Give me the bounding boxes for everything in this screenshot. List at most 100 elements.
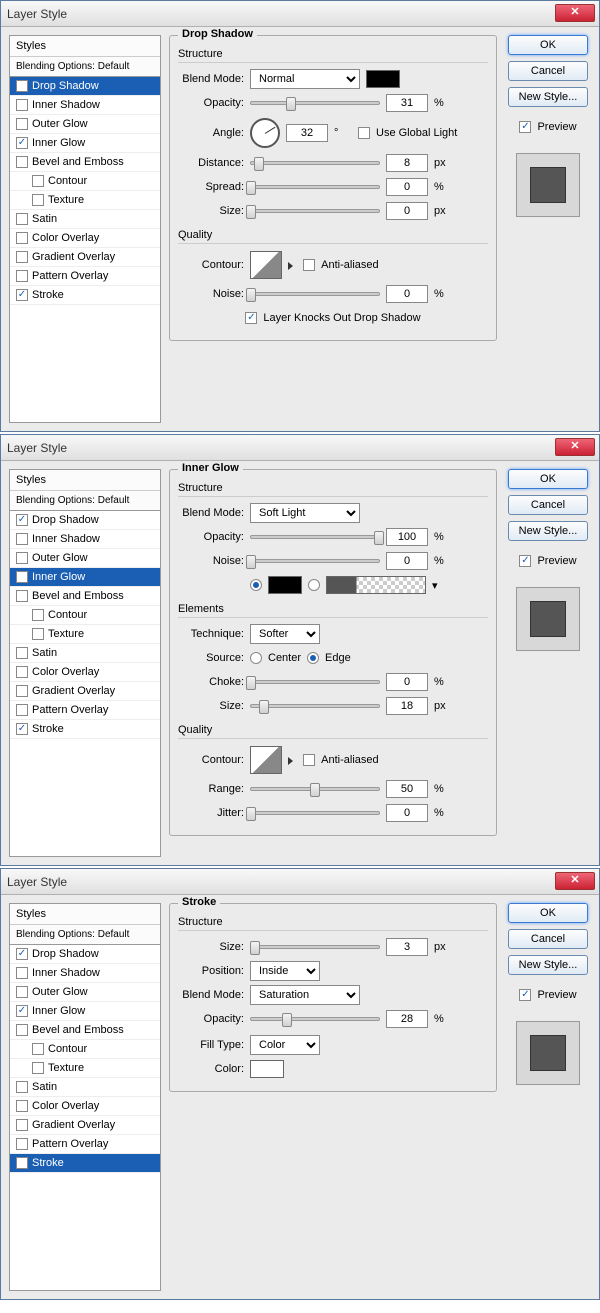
noise-slider[interactable] [250,559,380,563]
style-item-bevel-and-emboss[interactable]: Bevel and Emboss [10,1021,160,1040]
checkbox-icon[interactable] [16,1138,28,1150]
style-item-gradient-overlay[interactable]: Gradient Overlay [10,248,160,267]
style-item-contour[interactable]: Contour [10,606,160,625]
checkbox-icon[interactable] [16,1119,28,1131]
style-item-texture[interactable]: Texture [10,625,160,644]
source-edge-radio[interactable] [307,652,319,664]
checkbox-icon[interactable] [16,1081,28,1093]
close-icon[interactable]: ✕ [555,438,595,456]
style-item-gradient-overlay[interactable]: Gradient Overlay [10,682,160,701]
jitter-slider[interactable] [250,811,380,815]
style-item-outer-glow[interactable]: Outer Glow [10,549,160,568]
slider-thumb[interactable] [282,1013,292,1027]
anti-aliased-checkbox[interactable] [303,754,315,766]
style-item-inner-shadow[interactable]: Inner Shadow [10,96,160,115]
use-global-checkbox[interactable] [358,127,370,139]
ok-button[interactable]: OK [508,35,588,55]
checkbox-icon[interactable] [16,99,28,111]
blend-mode-select[interactable]: Normal [250,69,360,89]
checkbox-icon[interactable] [16,552,28,564]
size-slider[interactable] [250,704,380,708]
preview-toggle[interactable]: Preview [519,551,576,571]
slider-thumb[interactable] [246,288,256,302]
checkbox-icon[interactable] [32,1043,44,1055]
contour-swatch[interactable] [250,251,282,279]
style-item-drop-shadow[interactable]: Drop Shadow [10,77,160,96]
titlebar[interactable]: Layer Style✕ [1,1,599,27]
style-item-drop-shadow[interactable]: Drop Shadow [10,945,160,964]
checkbox-icon[interactable] [16,289,28,301]
new-style-button[interactable]: New Style... [508,955,588,975]
slider-thumb[interactable] [246,181,256,195]
fill-type-select[interactable]: Color [250,1035,320,1055]
slider-thumb[interactable] [250,941,260,955]
style-item-inner-glow[interactable]: Inner Glow [10,134,160,153]
style-item-satin[interactable]: Satin [10,210,160,229]
style-item-inner-shadow[interactable]: Inner Shadow [10,530,160,549]
style-item-pattern-overlay[interactable]: Pattern Overlay [10,267,160,286]
slider-thumb[interactable] [254,157,264,171]
preview-toggle[interactable]: Preview [519,985,576,1005]
titlebar[interactable]: Layer Style✕ [1,869,599,895]
anti-aliased-checkbox[interactable] [303,259,315,271]
size-slider[interactable] [250,945,380,949]
slider-thumb[interactable] [246,555,256,569]
blending-options-row[interactable]: Blending Options: Default [10,491,160,511]
blending-options-row[interactable]: Blending Options: Default [10,57,160,77]
source-center-radio[interactable] [250,652,262,664]
slider-thumb[interactable] [259,700,269,714]
opacity-input[interactable] [386,94,428,112]
style-item-stroke[interactable]: Stroke [10,720,160,739]
style-item-color-overlay[interactable]: Color Overlay [10,229,160,248]
checkbox-icon[interactable] [32,628,44,640]
chevron-down-icon[interactable] [288,757,293,765]
range-slider[interactable] [250,787,380,791]
style-item-satin[interactable]: Satin [10,644,160,663]
new-style-button[interactable]: New Style... [508,521,588,541]
checkbox-icon[interactable] [16,571,28,583]
checkbox-icon[interactable] [16,967,28,979]
checkbox-icon[interactable] [32,175,44,187]
chevron-down-icon[interactable]: ▾ [432,579,438,592]
cancel-button[interactable]: Cancel [508,495,588,515]
position-select[interactable]: Inside [250,961,320,981]
checkbox-icon[interactable] [32,1062,44,1074]
slider-thumb[interactable] [374,531,384,545]
slider-thumb[interactable] [246,676,256,690]
style-item-bevel-and-emboss[interactable]: Bevel and Emboss [10,587,160,606]
new-style-button[interactable]: New Style... [508,87,588,107]
color-gradient-radio[interactable] [308,579,320,591]
technique-select[interactable]: Softer [250,624,320,644]
checkbox-icon[interactable] [519,555,531,567]
checkbox-icon[interactable] [519,989,531,1001]
checkbox-icon[interactable] [16,533,28,545]
style-item-color-overlay[interactable]: Color Overlay [10,663,160,682]
angle-input[interactable] [286,124,328,142]
style-item-contour[interactable]: Contour [10,172,160,191]
style-item-pattern-overlay[interactable]: Pattern Overlay [10,1135,160,1154]
blend-mode-select[interactable]: Saturation [250,985,360,1005]
checkbox-icon[interactable] [16,685,28,697]
checkbox-icon[interactable] [16,156,28,168]
checkbox-icon[interactable] [16,948,28,960]
style-item-stroke[interactable]: Stroke [10,286,160,305]
jitter-input[interactable] [386,804,428,822]
checkbox-icon[interactable] [16,590,28,602]
style-item-contour[interactable]: Contour [10,1040,160,1059]
contour-swatch[interactable] [250,746,282,774]
spread-input[interactable] [386,178,428,196]
chevron-down-icon[interactable] [288,262,293,270]
color-swatch[interactable] [250,1060,284,1078]
choke-input[interactable] [386,673,428,691]
gradient-swatch[interactable] [326,576,426,594]
style-item-texture[interactable]: Texture [10,191,160,210]
style-item-inner-glow[interactable]: Inner Glow [10,1002,160,1021]
color-solid-radio[interactable] [250,579,262,591]
knocks-out-checkbox[interactable] [245,312,257,324]
style-item-inner-glow[interactable]: Inner Glow [10,568,160,587]
style-item-stroke[interactable]: Stroke [10,1154,160,1173]
checkbox-icon[interactable] [16,1157,28,1169]
ok-button[interactable]: OK [508,903,588,923]
cancel-button[interactable]: Cancel [508,929,588,949]
checkbox-icon[interactable] [16,704,28,716]
